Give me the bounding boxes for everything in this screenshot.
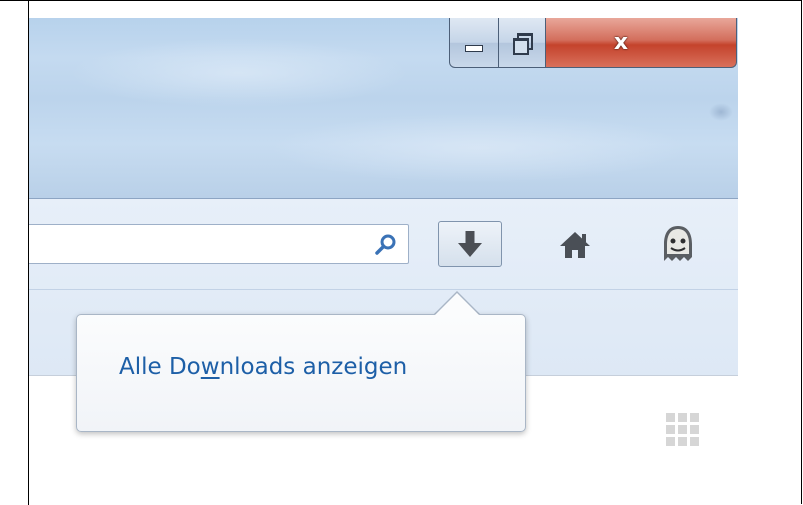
title-bar: x	[29, 18, 738, 198]
restore-button[interactable]	[498, 18, 546, 68]
browser-window: x Alle Downloads anzeigen	[29, 18, 738, 505]
title-bar-glass-lower	[269, 113, 689, 183]
show-all-downloads-link[interactable]: Alle Downloads anzeigen	[119, 354, 407, 380]
ghost-icon[interactable]	[660, 224, 696, 264]
title-bar-glass	[69, 38, 409, 108]
download-arrow-icon	[458, 231, 482, 257]
close-button[interactable]: x	[545, 18, 737, 68]
toolbar-separator	[29, 289, 738, 290]
grid-icon[interactable]	[666, 413, 700, 447]
accesskey-underline: w	[200, 354, 220, 380]
restore-icon	[511, 32, 533, 55]
downloads-panel: Alle Downloads anzeigen	[76, 314, 526, 432]
window-controls: x	[449, 18, 738, 70]
downloads-button[interactable]	[438, 221, 502, 267]
close-icon: x	[613, 30, 629, 55]
home-icon[interactable]	[558, 230, 592, 260]
downloads-panel-arrow-fill	[434, 293, 480, 316]
search-input[interactable]	[29, 224, 409, 264]
minimize-icon	[465, 45, 483, 52]
search-icon[interactable]	[374, 233, 398, 257]
minimize-button[interactable]	[449, 18, 499, 68]
title-bar-blur-spot	[709, 103, 733, 121]
